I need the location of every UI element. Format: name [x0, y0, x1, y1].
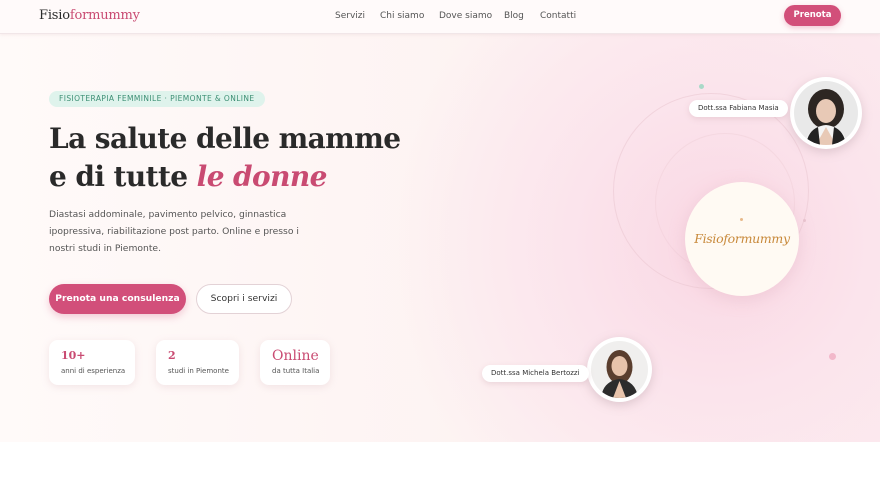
stat-card-experience: 10+ anni di esperienza [49, 340, 135, 385]
decorative-dot [740, 218, 743, 221]
nav-link-servizi[interactable]: Servizi [335, 11, 365, 21]
discover-services-button[interactable]: Scopri i servizi [196, 284, 292, 314]
doctor-avatar-fabiana [790, 77, 862, 149]
decorative-dot [829, 353, 836, 360]
header-book-button[interactable]: Prenota [784, 5, 841, 26]
stat-value: Online [272, 348, 319, 364]
book-consultation-button[interactable]: Prenota una consulenza [49, 284, 186, 314]
stat-card-studios: 2 studi in Piemonte [156, 340, 239, 385]
main-nav: Servizi Chi siamo Dove siamo Blog Contat… [0, 0, 880, 34]
doctor-photo-fabiana [794, 81, 858, 145]
decorative-dot [699, 84, 704, 89]
stat-label: anni di esperienza [61, 367, 126, 375]
nav-link-dove-siamo[interactable]: Dove siamo [439, 11, 492, 21]
nav-link-chi-siamo[interactable]: Chi siamo [380, 11, 424, 21]
hero-description: Diastasi addominale, pavimento pelvico, … [49, 209, 299, 254]
headline-line-2-plain: e di tutte [49, 160, 197, 193]
hero-tag: FISIOTERAPIA FEMMINILE · PIEMONTE & ONLI… [49, 91, 265, 107]
doctor-photo-michela [591, 341, 648, 398]
nav-link-blog[interactable]: Blog [504, 11, 524, 21]
decorative-dot [803, 219, 806, 222]
headline-line-2: e di tutte le donne [49, 158, 409, 196]
stat-value: 10+ [61, 349, 86, 362]
hero-headline: La salute delle mamme e di tutte le donn… [49, 120, 409, 196]
headline-accent: le donne [196, 160, 328, 193]
stat-card-online: Online da tutta Italia [260, 340, 330, 385]
nav-link-contatti[interactable]: Contatti [540, 11, 576, 21]
doctor-avatar-michela [587, 337, 652, 402]
doctor-name-pill-michela: Dott.ssa Michela Bertozzi [482, 365, 589, 382]
headline-line-1: La salute delle mamme [49, 122, 401, 155]
stat-label: da tutta Italia [272, 367, 320, 375]
doctor-name-pill-fabiana: Dott.ssa Fabiana Masia [689, 100, 788, 117]
brand-wordmark: Fisioformummy [694, 231, 790, 246]
stat-label: studi in Piemonte [168, 367, 229, 375]
brand-circle: Fisioformummy [685, 182, 799, 296]
site-header: Fisioformummy Servizi Chi siamo Dove sia… [0, 0, 880, 34]
hero-section: FISIOTERAPIA FEMMINILE · PIEMONTE & ONLI… [0, 34, 880, 442]
stat-value: 2 [168, 349, 176, 362]
